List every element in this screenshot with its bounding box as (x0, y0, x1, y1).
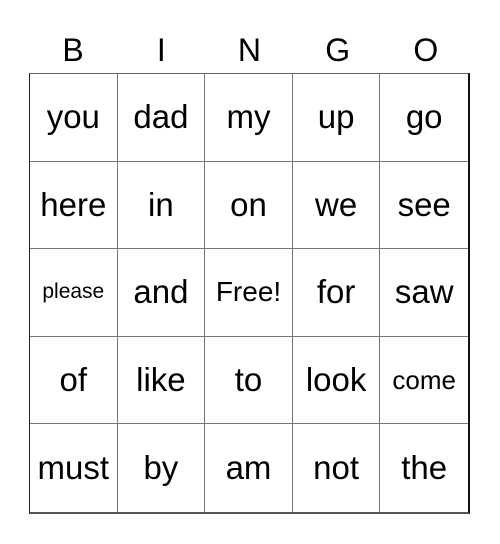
bingo-cell[interactable]: must (30, 424, 118, 512)
bingo-cell[interactable]: in (117, 161, 206, 250)
bingo-cell[interactable]: the (380, 424, 468, 512)
bingo-cell[interactable]: on (205, 161, 293, 250)
bingo-header: B I N G O (29, 28, 470, 72)
bingo-cell[interactable]: come (380, 337, 468, 425)
bingo-cell[interactable]: see (380, 162, 468, 250)
bingo-cell[interactable]: for (292, 249, 381, 337)
header-letter-o: O (413, 32, 439, 68)
bingo-cell[interactable]: of (30, 336, 118, 425)
bingo-cell[interactable]: to (205, 336, 293, 425)
bingo-cell[interactable]: go (380, 74, 468, 162)
bingo-card-grid: you dad my up go here in on we see please and Free! f… (29, 73, 470, 514)
header-letter-n: N (237, 32, 262, 68)
header-letter-i: I (156, 32, 166, 68)
header-letter-g: G (325, 32, 351, 68)
bingo-cell[interactable]: saw (380, 249, 468, 337)
bingo-cell[interactable]: you (30, 74, 118, 162)
bingo-cell[interactable]: dad (117, 74, 206, 162)
bingo-cell[interactable]: we (292, 161, 381, 250)
bingo-cell[interactable]: here (30, 161, 118, 250)
bingo-cell[interactable]: am (205, 424, 293, 512)
bingo-cell[interactable]: by (118, 424, 206, 512)
bingo-cell[interactable]: please (30, 249, 118, 337)
bingo-cell[interactable]: up (292, 74, 381, 162)
bingo-cell[interactable]: and (117, 249, 206, 337)
bingo-cell[interactable]: not (293, 424, 381, 512)
bingo-cell[interactable]: like (117, 336, 206, 425)
bingo-cell[interactable]: look (292, 336, 381, 425)
free-space-cell[interactable]: Free! (205, 249, 293, 337)
bingo-cell[interactable]: my (205, 74, 293, 162)
header-letter-b: B (62, 32, 84, 68)
